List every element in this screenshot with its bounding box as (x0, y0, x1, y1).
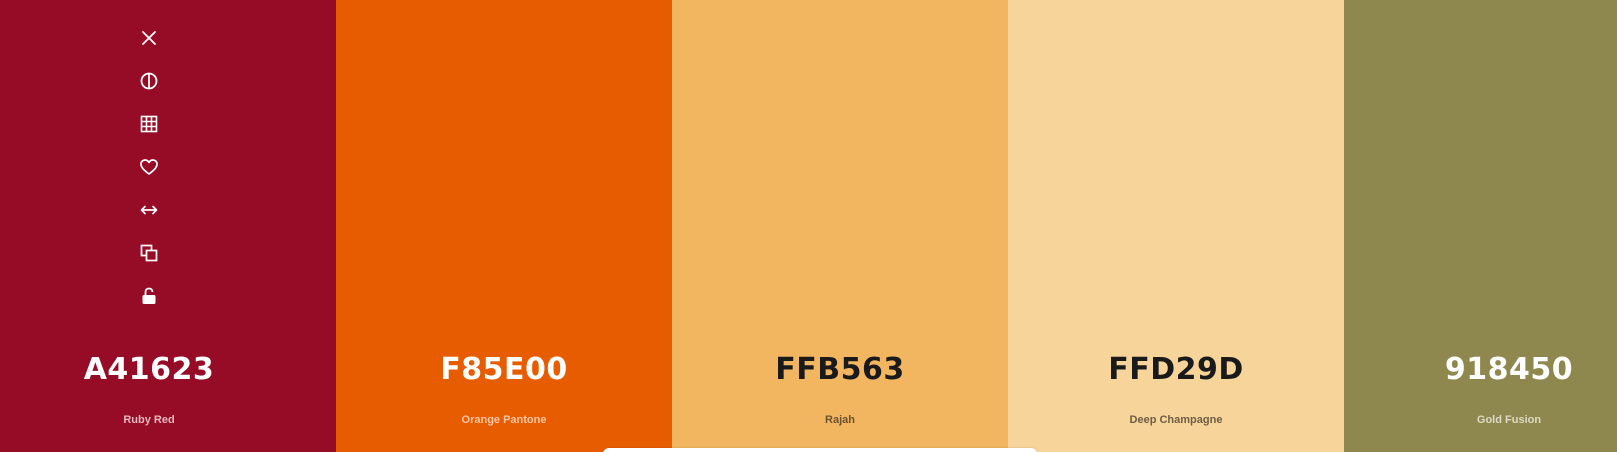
swatch-gold-fusion[interactable]: 918450 Gold Fusion (1344, 0, 1617, 452)
swatch-orange-pantone[interactable]: F85E00 Orange Pantone (336, 0, 672, 452)
hex-code[interactable]: A41623 (0, 352, 298, 387)
color-name[interactable]: Ruby Red (0, 414, 298, 426)
swap-horizontal-icon[interactable] (135, 196, 163, 224)
hex-code[interactable]: FFB563 (672, 352, 1008, 387)
palette: A41623 Ruby Red F85E00 Orange Pantone FF… (0, 0, 1617, 452)
grid-icon[interactable] (135, 110, 163, 138)
hex-code[interactable]: 918450 (1344, 352, 1617, 387)
color-name[interactable]: Rajah (672, 414, 1008, 426)
hex-code[interactable]: FFD29D (1008, 352, 1344, 387)
heart-icon[interactable] (135, 153, 163, 181)
hex-code[interactable]: F85E00 (336, 352, 672, 387)
swatch-ruby-red[interactable]: A41623 Ruby Red (0, 0, 336, 452)
color-name[interactable]: Orange Pantone (336, 414, 672, 426)
color-name[interactable]: Gold Fusion (1344, 414, 1617, 426)
swatch-deep-champagne[interactable]: FFD29D Deep Champagne (1008, 0, 1344, 452)
swatch-toolbar (0, 24, 298, 325)
contrast-icon[interactable] (135, 67, 163, 95)
unlock-icon[interactable] (135, 282, 163, 310)
swatch-rajah[interactable]: FFB563 Rajah (672, 0, 1008, 452)
close-icon[interactable] (135, 24, 163, 52)
copy-icon[interactable] (135, 239, 163, 267)
bottom-toolbar[interactable] (603, 448, 1037, 452)
color-name[interactable]: Deep Champagne (1008, 414, 1344, 426)
